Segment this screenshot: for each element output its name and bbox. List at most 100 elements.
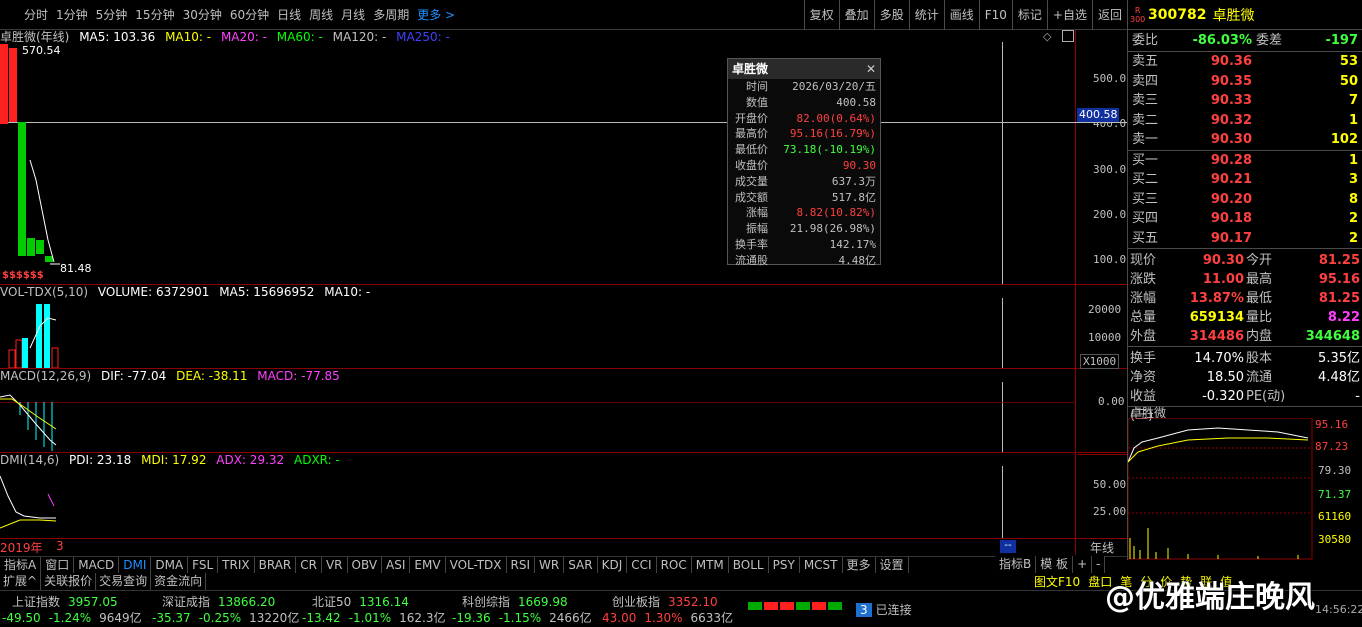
indicator-tab[interactable]: 设置 [876,557,909,573]
draw-line-button[interactable]: 画线 [943,0,979,30]
fuquan-button[interactable]: 复权 [803,0,839,30]
tab-30min[interactable]: 30分钟 [179,6,226,23]
tab-monthly[interactable]: 月线 [337,6,369,23]
indicator-tab[interactable]: VOL-TDX [446,557,507,573]
index-change: -49.50 -1.24% 9649亿 [2,609,142,626]
more-periods-button[interactable]: 更多 > [413,6,459,23]
indicator-tab[interactable]: 更多 [843,557,876,573]
dividend-markers[interactable]: $$$$$$ [2,270,44,281]
indicator-tab[interactable]: DMA [151,557,189,573]
close-icon[interactable]: ✕ [866,59,876,79]
index-item[interactable]: 深证成指 13866.20 [162,593,275,610]
expand-tab[interactable]: 扩展^ [0,573,42,590]
diamond-icon[interactable]: ◇ [1043,30,1051,43]
trade-query-tab[interactable]: 交易查询 [96,573,152,590]
candlestick-svg [0,44,60,265]
tooltip-row: 收盘价 90.30 [728,158,880,174]
index-amount: 13220亿 [249,611,300,625]
indicator-tab[interactable]: MACD [74,557,120,573]
orderbook-row-bids[interactable]: 买二 90.21 3 [1128,170,1362,190]
index-item[interactable]: 创业板指 3352.10 [612,593,718,610]
tooltip-row: 开盘价 82.00(0.64%) [728,111,880,127]
indicator-tab[interactable]: SAR [564,557,598,573]
tab-1min[interactable]: 1分钟 [52,6,92,23]
macd-indicator-name[interactable]: MACD(12,26,9) [0,369,91,383]
intraday-mini-chart[interactable]: 卓胜微 95.16 87.23 79.30 71.37 61160 30580 [1128,404,1362,560]
index-amount: 9649亿 [99,611,142,625]
zoom-out-button[interactable]: - [1092,556,1106,573]
f10-button[interactable]: F10 [978,0,1012,30]
tab-5min[interactable]: 5分钟 [92,6,132,23]
indicator-tab[interactable]: MTM [692,557,729,573]
side-tab[interactable]: 图文F10 [1030,573,1084,590]
dmi-indicator-name[interactable]: DMI(14,6) [0,453,59,467]
indicator-tab[interactable]: CCI [627,557,657,573]
indicator-tab[interactable]: PSY [769,557,800,573]
maximize-icon[interactable] [1062,30,1074,42]
ma60-label: MA60: - [276,30,323,44]
indicator-tab[interactable]: 窗口 [41,557,75,573]
tab-15min[interactable]: 15分钟 [131,6,178,23]
add-watchlist-button[interactable]: +自选 [1046,0,1092,30]
orderbook-row-bids[interactable]: 买三 90.20 8 [1128,190,1362,210]
zoom-in-button[interactable]: + [1073,556,1093,573]
indicator-tab[interactable]: BOLL [729,557,769,573]
indicator-b-tab[interactable]: 指标B [995,556,1037,573]
indicator-tab[interactable]: WR [535,557,565,573]
index-item[interactable]: 科创综指 1669.98 [462,593,568,610]
stats-button[interactable]: 统计 [908,0,944,30]
orderbook-row-asks[interactable]: 卖一 90.30 102 [1128,130,1362,150]
macd-tick: 0.00 [1098,395,1125,408]
indicator-tab[interactable]: TRIX [218,557,255,573]
indicator-tab[interactable]: CR [296,557,322,573]
indicator-tab[interactable]: DMI [119,557,152,573]
orderbook-row-bids[interactable]: 买四 90.18 2 [1128,209,1362,229]
vol-indicator-name[interactable]: VOL-TDX(5,10) [0,285,88,299]
connection-status[interactable]: 3 已连接 [856,601,912,618]
tooltip-value: 82.00(0.64%) [796,111,876,125]
overlay-button[interactable]: 叠加 [838,0,874,30]
dmi-adxr-value: ADXR: - [294,453,340,467]
fund-flow-tab[interactable]: 资金流向 [151,573,207,590]
template-tab[interactable]: 模 板 [1036,556,1074,573]
index-item[interactable]: 北证50 1316.14 [312,593,409,610]
orderbook-row-asks[interactable]: 卖五 90.36 53 [1128,52,1362,72]
mark-button[interactable]: 标记 [1011,0,1047,30]
indicator-tab[interactable]: BRAR [255,557,297,573]
dmi-panel-header: DMI(14,6) PDI: 23.18 MDI: 17.92 ADX: 29.… [0,453,346,467]
orderbook-row-asks[interactable]: 卖三 90.33 7 [1128,91,1362,111]
tab-daily[interactable]: 日线 [273,6,305,23]
indicator-tab[interactable]: ROC [657,557,692,573]
period-label[interactable]: 年线 [1090,539,1114,556]
fund-value: 5.35亿 [1318,351,1360,366]
indicator-tab[interactable]: MCST [800,557,843,573]
indicator-tab[interactable]: RSI [507,557,536,573]
indicator-tab[interactable]: OBV [348,557,383,573]
kline-chart-area[interactable]: 卓胜微(年线) MA5: 103.36 MA10: - MA20: - MA60… [0,30,1127,555]
tooltip-value: 2026/03/20/五 [792,80,876,93]
indicator-tab[interactable]: ASI [382,557,411,573]
indicator-tab[interactable]: KDJ [598,557,628,573]
quote-row: 总量 659134 量比 8.22 [1128,308,1362,327]
indicator-tab[interactable]: VR [322,557,348,573]
multi-stock-button[interactable]: 多股 [873,0,909,30]
market-breadth-bar [748,602,848,610]
indicator-tabs: 指标A 窗口 MACD DMI DMA FSL TRIX BRAR CR VR OBV ASI EMV V… [0,556,1127,573]
tab-weekly[interactable]: 周线 [305,6,337,23]
related-quote-tab[interactable]: 关联报价 [41,573,97,590]
orderbook-row-bids[interactable]: 买一 90.28 1 [1128,151,1362,171]
indicator-tab[interactable]: FSL [188,557,219,573]
index-item[interactable]: 上证指数 3957.05 [12,593,118,610]
tab-fenshi[interactable]: 分时 [20,6,52,23]
dmi-adx-value: ADX: 29.32 [216,453,285,467]
back-button[interactable]: 返回 [1091,0,1127,30]
orderbook-row-asks[interactable]: 卖二 90.32 1 [1128,111,1362,131]
orderbook-row-bids[interactable]: 买五 90.17 2 [1128,229,1362,249]
indicator-tab[interactable]: 指标A [0,557,42,573]
tab-60min[interactable]: 60分钟 [226,6,273,23]
tab-multi-period[interactable]: 多周期 [369,6,413,23]
dmi-pdi-value: PDI: 23.18 [69,453,132,467]
orderbook-row-asks[interactable]: 卖四 90.35 50 [1128,72,1362,92]
indicator-tab[interactable]: EMV [410,557,446,573]
year-label: 2019年 [0,541,43,555]
